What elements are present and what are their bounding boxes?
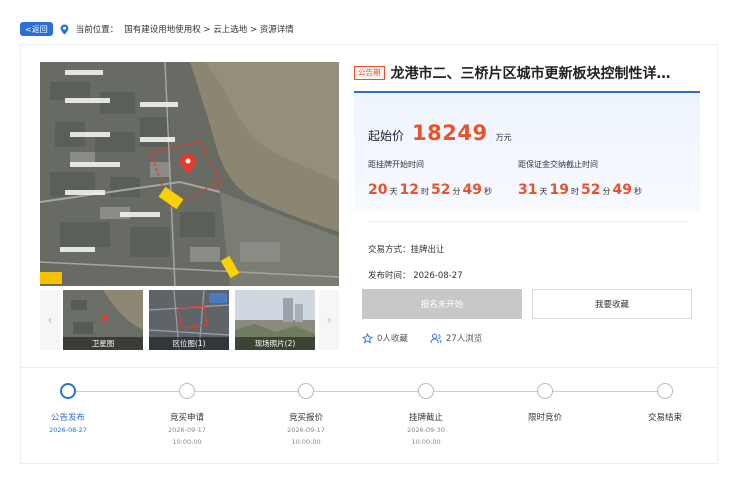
countdown-days: 31: [518, 182, 538, 198]
countdown-second-unit: 秒: [483, 187, 492, 196]
step-name: 限时竞价: [527, 413, 562, 423]
thumbnail-site-photo[interactable]: 现场照片(2): [235, 290, 315, 350]
countdown-seconds: 49: [612, 182, 632, 198]
price-panel: 起始价 18249 万元 距挂牌开始时间 20 天 12 时 52 分 49 秒: [354, 93, 700, 211]
step-date: 2026-09-30: [407, 426, 445, 434]
countdown-hours: 19: [549, 182, 569, 198]
step-time: 10:00:00: [172, 438, 202, 446]
thumbnail-label: 卫星图: [63, 337, 143, 350]
location-label: 当前位置：: [75, 25, 119, 35]
listing-stats: 0人收藏 27人浏览: [362, 332, 482, 344]
step-date: 2026-09-17: [287, 426, 325, 434]
divider: [368, 221, 688, 222]
countdown-minutes: 52: [430, 182, 451, 198]
status-badge: 公告期: [354, 66, 385, 80]
register-button[interactable]: 报名未开始: [362, 289, 522, 319]
countdown-days: 20: [368, 182, 388, 198]
countdown-seconds: 49: [462, 182, 482, 198]
step-dot: [657, 383, 673, 399]
step-date: 2026-08-27: [49, 426, 87, 434]
countdown-minute-unit: 分: [602, 187, 611, 196]
countdown-day-unit: 天: [389, 187, 398, 196]
countdown-minute-unit: 分: [452, 187, 461, 196]
thumbnail-location[interactable]: 区位图(1): [149, 290, 229, 350]
countdown-value: 20 天 12 时 52 分 49 秒: [368, 182, 492, 198]
trade-method: 交易方式：挂牌出让: [368, 245, 445, 255]
gallery-prev-arrow-icon[interactable]: ‹: [40, 290, 60, 350]
step-dot: [537, 383, 553, 399]
breadcrumb: <返回 当前位置： 国有建设用地使用权 > 云上选地 > 资源详情: [20, 22, 294, 36]
step-time: 10:00:00: [291, 438, 321, 446]
gallery-next-arrow-icon[interactable]: ›: [319, 290, 339, 350]
thumbnail-gallery: ‹ 卫星图 区位图(1) 现场照片(2) ›: [40, 290, 339, 350]
resource-detail-card: ‹ 卫星图 区位图(1) 现场照片(2) › 公告期 龙港市二、三桥片区城市更新…: [20, 44, 718, 464]
start-price-value: 18249: [412, 121, 488, 145]
countdown-minutes: 52: [580, 182, 601, 198]
timeline-step-timed-bidding: 限时竞价: [495, 383, 595, 423]
back-button[interactable]: <返回: [20, 22, 53, 36]
step-name: 交易结束: [647, 413, 682, 423]
countdown-label: 距挂牌开始时间: [368, 160, 424, 169]
title-row: 公告期 龙港市二、三桥片区城市更新板块控制性详…: [354, 63, 700, 83]
favorite-button[interactable]: 我要收藏: [532, 289, 692, 319]
step-time: 10:00:00: [411, 438, 441, 446]
views-count: 27人浏览: [445, 334, 483, 344]
thumbnail-label: 区位图(1): [149, 337, 229, 350]
step-name: 挂牌截止: [408, 413, 443, 423]
countdown-day-unit: 天: [539, 187, 548, 196]
countdown-hour-unit: 时: [420, 187, 429, 196]
timeline-step-trade-end: 交易结束: [615, 383, 715, 423]
section-divider: [21, 367, 717, 368]
step-name: 公告发布: [50, 413, 85, 423]
publish-time: 发布时间： 2026-08-27: [368, 271, 463, 281]
step-name: 竞买申请: [169, 413, 204, 423]
thumbnail-label: 现场照片(2): [235, 337, 315, 350]
step-name: 竞买报价: [288, 413, 323, 423]
timeline-step-bidding: 竞买报价 2026-09-17 10:00:00: [256, 383, 356, 447]
breadcrumb-path[interactable]: 国有建设用地使用权 > 云上选地 > 资源详情: [124, 23, 294, 35]
step-date: 2026-09-17: [168, 426, 206, 434]
location-pin-icon: [60, 23, 69, 35]
star-icon[interactable]: [362, 332, 373, 344]
satellite-map-graphic: [40, 62, 339, 286]
start-price-unit: 万元: [495, 133, 512, 142]
favorites-count: 0人收藏: [377, 334, 408, 344]
step-dot: [298, 383, 314, 399]
countdown-hour-unit: 时: [570, 187, 579, 196]
start-price: 起始价 18249 万元: [368, 121, 512, 145]
listing-countdown: 距挂牌开始时间 20 天 12 时 52 分 49 秒: [368, 159, 492, 198]
start-price-label: 起始价: [368, 129, 405, 143]
countdown-label: 距保证金交纳截止时间: [518, 160, 598, 169]
timeline-step-listing-close: 挂牌截止 2026-09-30 10:00:00: [376, 383, 476, 447]
timeline-step-application: 竞买申请 2026-09-17 10:00:00: [137, 383, 237, 447]
deposit-countdown: 距保证金交纳截止时间 31 天 19 时 52 分 49 秒: [518, 159, 642, 198]
page-title: 龙港市二、三桥片区城市更新板块控制性详…: [390, 66, 671, 82]
timeline-step-announcement: 公告发布 2026-08-27: [18, 383, 118, 435]
listing-info-panel: 公告期 龙港市二、三桥片区城市更新板块控制性详… 起始价 18249 万元 距挂…: [354, 45, 700, 365]
step-dot: [418, 383, 434, 399]
countdown-second-unit: 秒: [633, 187, 642, 196]
satellite-map-image[interactable]: [40, 62, 339, 286]
step-dot: [60, 383, 76, 399]
users-icon: [430, 333, 442, 343]
countdown-value: 31 天 19 时 52 分 49 秒: [518, 182, 642, 198]
step-dot: [179, 383, 195, 399]
thumbnail-satellite[interactable]: 卫星图: [63, 290, 143, 350]
countdown-hours: 12: [399, 182, 419, 198]
